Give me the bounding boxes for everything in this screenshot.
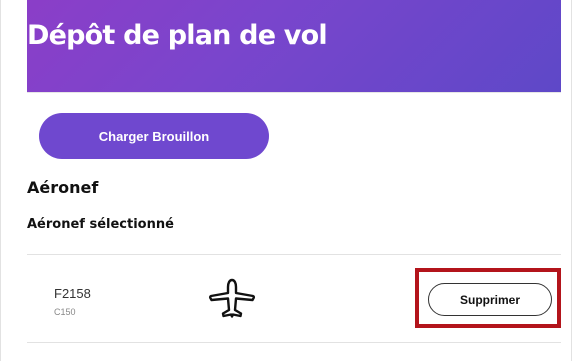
airplane-icon [208,278,256,318]
aircraft-registration: F2158 [54,286,91,301]
load-draft-button[interactable]: Charger Brouillon [39,113,269,159]
selected-aircraft-title: Aéronef sélectionné [27,217,174,232]
aircraft-section-title: Aéronef [27,178,99,197]
header-banner: Dépôt de plan de vol [27,0,561,92]
header-divider [27,92,561,93]
page-title: Dépôt de plan de vol [27,20,328,51]
delete-aircraft-button[interactable]: Supprimer [428,283,552,316]
aircraft-type: C150 [54,307,76,317]
row-divider-bottom [27,342,561,343]
flight-plan-page: Dépôt de plan de vol Charger Brouillon A… [0,0,572,361]
